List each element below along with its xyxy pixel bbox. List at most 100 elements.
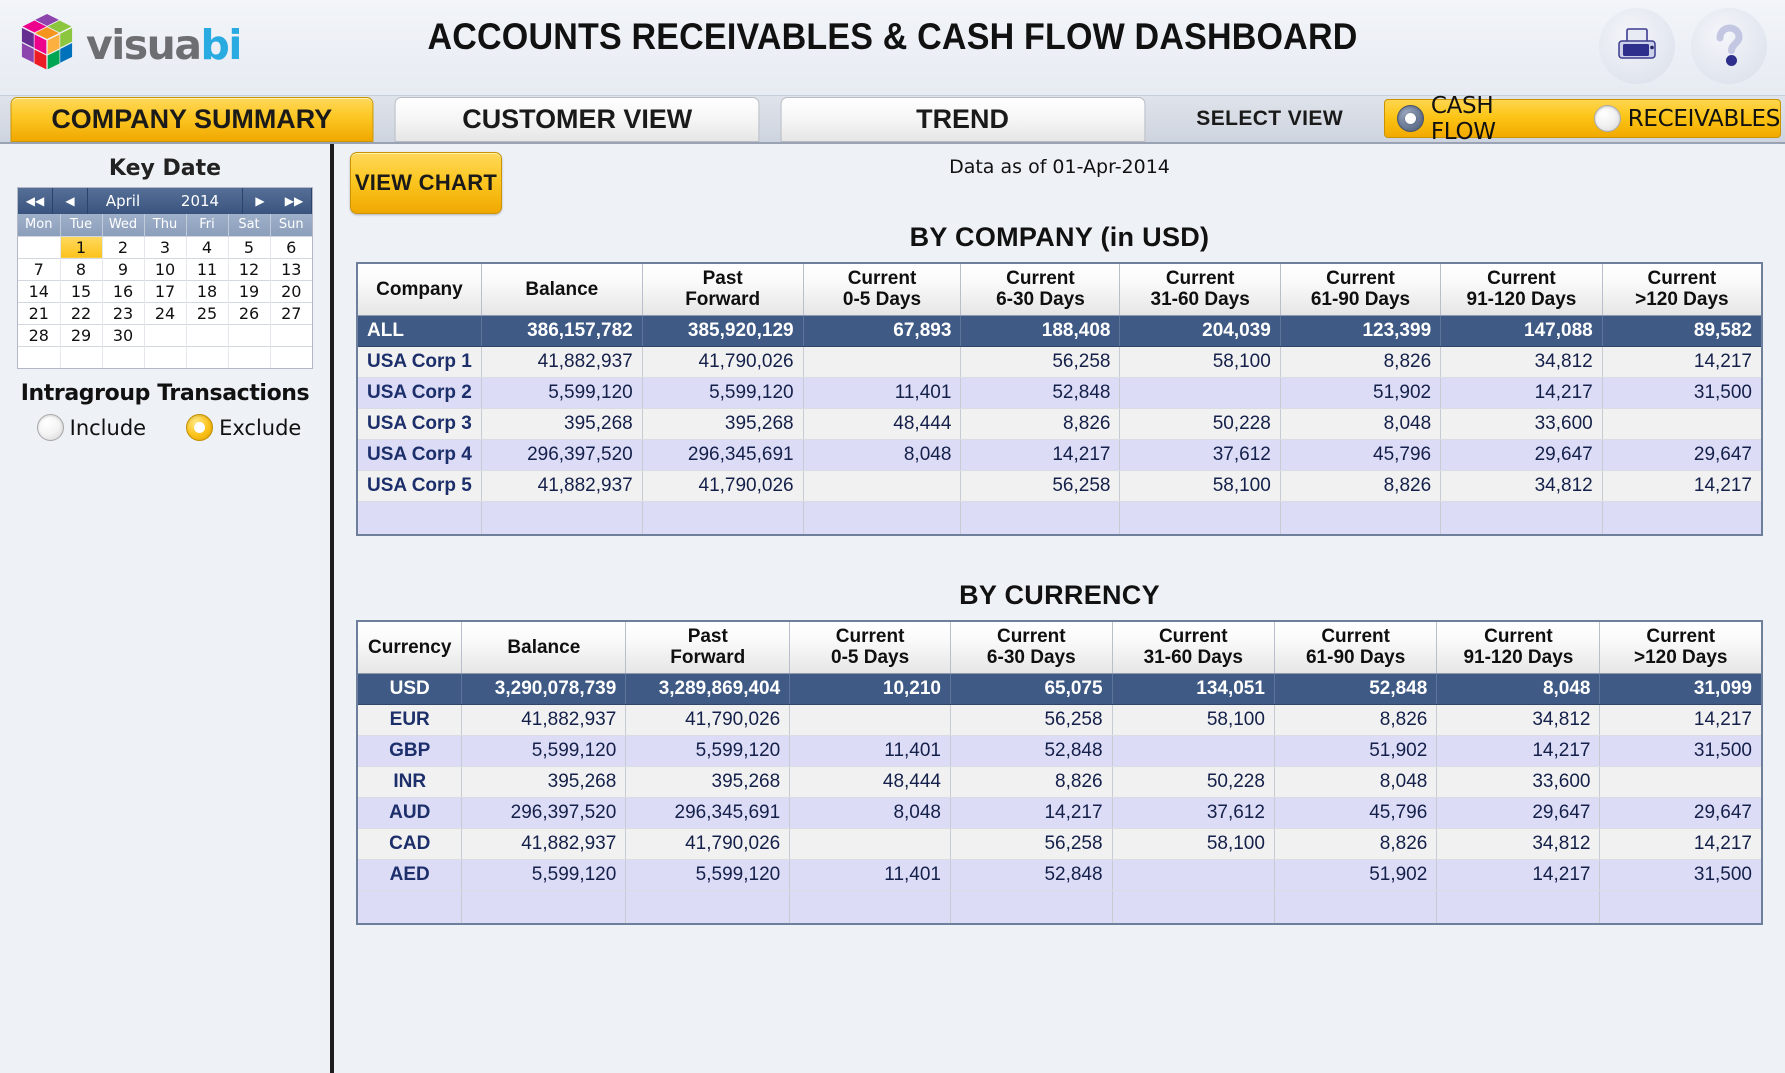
cell-6-30: 8,826 (961, 408, 1120, 439)
cell-31-60: 134,051 (1112, 673, 1274, 704)
column-header-line2: 31-60 Days (1123, 647, 1264, 668)
table-row[interactable]: AUD 296,397,520 296,345,691 8,048 14,217… (357, 797, 1762, 828)
cell-61-90: 51,902 (1274, 859, 1436, 890)
calendar-day[interactable]: 6 (270, 236, 312, 258)
column-header-line1: Current (961, 626, 1102, 647)
calendar-next-month-button[interactable]: ▶ (242, 188, 277, 214)
calendar-prev-year-button[interactable]: ◀◀ (18, 188, 53, 214)
page-title: ACCOUNTS RECEIVABLES & CASH FLOW DASHBOA… (71, 16, 1713, 58)
cell-balance: 395,268 (462, 766, 626, 797)
cell-past-forward: 5,599,120 (626, 735, 790, 766)
intragroup-exclude-option[interactable]: Exclude (186, 414, 301, 441)
cell-balance: 5,599,120 (462, 735, 626, 766)
cell-31-60: 50,228 (1120, 408, 1280, 439)
calendar-day[interactable]: 28 (18, 324, 60, 346)
calendar-day[interactable]: 26 (228, 302, 270, 324)
cell-balance: 41,882,937 (481, 470, 642, 501)
cell-past-forward: 41,790,026 (642, 470, 803, 501)
column-header-current-over-120: Current >120 Days (1600, 621, 1762, 673)
cell-over-120: 29,647 (1602, 439, 1762, 470)
calendar-day[interactable]: 19 (228, 280, 270, 302)
calendar-year-label[interactable]: 2014 (158, 188, 242, 214)
calendar-day[interactable]: 29 (60, 324, 102, 346)
calendar-next-year-button[interactable]: ▶▶ (277, 188, 312, 214)
calendar-day[interactable]: 11 (186, 258, 228, 280)
table-row[interactable]: EUR 41,882,937 41,790,026 56,258 58,100 … (357, 704, 1762, 735)
calendar-day[interactable]: 23 (102, 302, 144, 324)
calendar-day[interactable]: 16 (102, 280, 144, 302)
radio-receivables-label: RECEIVABLES (1628, 106, 1780, 132)
intragroup-exclude-label: Exclude (219, 416, 301, 440)
radio-receivables[interactable]: RECEIVABLES (1594, 105, 1780, 132)
cell-0-5 (803, 470, 961, 501)
table-row[interactable]: USA Corp 1 41,882,937 41,790,026 56,258 … (357, 346, 1762, 377)
calendar-day[interactable]: 30 (102, 324, 144, 346)
calendar-day[interactable]: 14 (18, 280, 60, 302)
column-header-line2: 61-90 Days (1285, 647, 1426, 668)
column-header-line2: 6-30 Days (971, 289, 1109, 310)
column-header-line1: Current (1451, 268, 1592, 289)
calendar-month-label[interactable]: April (88, 188, 158, 214)
radio-cash-flow[interactable]: CASH FLOW (1397, 93, 1518, 145)
calendar-day[interactable]: 3 (144, 236, 186, 258)
cell-91-120: 34,812 (1441, 470, 1603, 501)
column-header-current-61-90: Current 61-90 Days (1274, 621, 1436, 673)
cell-over-120: 31,500 (1600, 859, 1762, 890)
table-row[interactable]: USA Corp 4 296,397,520 296,345,691 8,048… (357, 439, 1762, 470)
table-row-total[interactable]: ALL 386,157,782 385,920,129 67,893 188,4… (357, 315, 1762, 346)
intragroup-include-option[interactable]: Include (37, 414, 146, 441)
calendar-day[interactable]: 17 (144, 280, 186, 302)
calendar-day[interactable]: 8 (60, 258, 102, 280)
calendar-day[interactable]: 13 (270, 258, 312, 280)
column-header-company: Company (357, 263, 481, 315)
calendar-prev-month-button[interactable]: ◀ (53, 188, 88, 214)
calendar-day[interactable]: 4 (186, 236, 228, 258)
cell-6-30: 56,258 (951, 704, 1113, 735)
calendar-day-empty (18, 346, 60, 368)
calendar-day[interactable]: 12 (228, 258, 270, 280)
calendar-day[interactable]: 24 (144, 302, 186, 324)
table-row[interactable]: GBP 5,599,120 5,599,120 11,401 52,848 51… (357, 735, 1762, 766)
table-row[interactable]: USA Corp 5 41,882,937 41,790,026 56,258 … (357, 470, 1762, 501)
tab-company-summary[interactable]: COMPANY SUMMARY (11, 97, 374, 142)
cell-91-120: 29,647 (1441, 439, 1603, 470)
table-row[interactable]: AED 5,599,120 5,599,120 11,401 52,848 51… (357, 859, 1762, 890)
company-table-block: BY COMPANY (in USD) Company Balance Past (334, 222, 1785, 536)
column-header-line1: Company (368, 279, 471, 300)
calendar-day[interactable]: 7 (18, 258, 60, 280)
calendar-day[interactable]: 25 (186, 302, 228, 324)
table-row[interactable]: USA Corp 2 5,599,120 5,599,120 11,401 52… (357, 377, 1762, 408)
cell-91-120: 8,048 (1437, 673, 1600, 704)
cell-balance: 41,882,937 (462, 828, 626, 859)
calendar-day[interactable]: 27 (270, 302, 312, 324)
calendar-day[interactable]: 15 (60, 280, 102, 302)
calendar-day[interactable]: 5 (228, 236, 270, 258)
cell-past-forward: 41,790,026 (626, 704, 790, 735)
table-row[interactable]: CAD 41,882,937 41,790,026 56,258 58,100 … (357, 828, 1762, 859)
print-button[interactable] (1599, 8, 1675, 84)
cell-61-90: 8,826 (1274, 704, 1436, 735)
cell-over-120: 14,217 (1602, 470, 1762, 501)
calendar-day[interactable]: 10 (144, 258, 186, 280)
cell-over-120: 31,500 (1600, 735, 1762, 766)
tab-customer-view[interactable]: CUSTOMER VIEW (394, 97, 759, 142)
calendar-day[interactable]: 9 (102, 258, 144, 280)
calendar-day-selected[interactable]: 1 (60, 236, 102, 258)
table-row-total[interactable]: USD 3,290,078,739 3,289,869,404 10,210 6… (357, 673, 1762, 704)
table-row[interactable]: USA Corp 3 395,268 395,268 48,444 8,826 … (357, 408, 1762, 439)
cell-0-5: 8,048 (790, 797, 951, 828)
calendar-day-empty (144, 346, 186, 368)
cell-31-60: 37,612 (1112, 797, 1274, 828)
cell-currency: INR (357, 766, 462, 797)
cell-91-120: 33,600 (1437, 766, 1600, 797)
tab-trend[interactable]: TREND (780, 97, 1145, 142)
calendar-day[interactable]: 21 (18, 302, 60, 324)
column-header-balance: Balance (462, 621, 626, 673)
calendar-day[interactable]: 2 (102, 236, 144, 258)
calendar-day[interactable]: 22 (60, 302, 102, 324)
table-row[interactable]: INR 395,268 395,268 48,444 8,826 50,228 … (357, 766, 1762, 797)
calendar-day[interactable]: 18 (186, 280, 228, 302)
cell-currency: EUR (357, 704, 462, 735)
help-button[interactable] (1691, 8, 1767, 84)
calendar-day[interactable]: 20 (270, 280, 312, 302)
